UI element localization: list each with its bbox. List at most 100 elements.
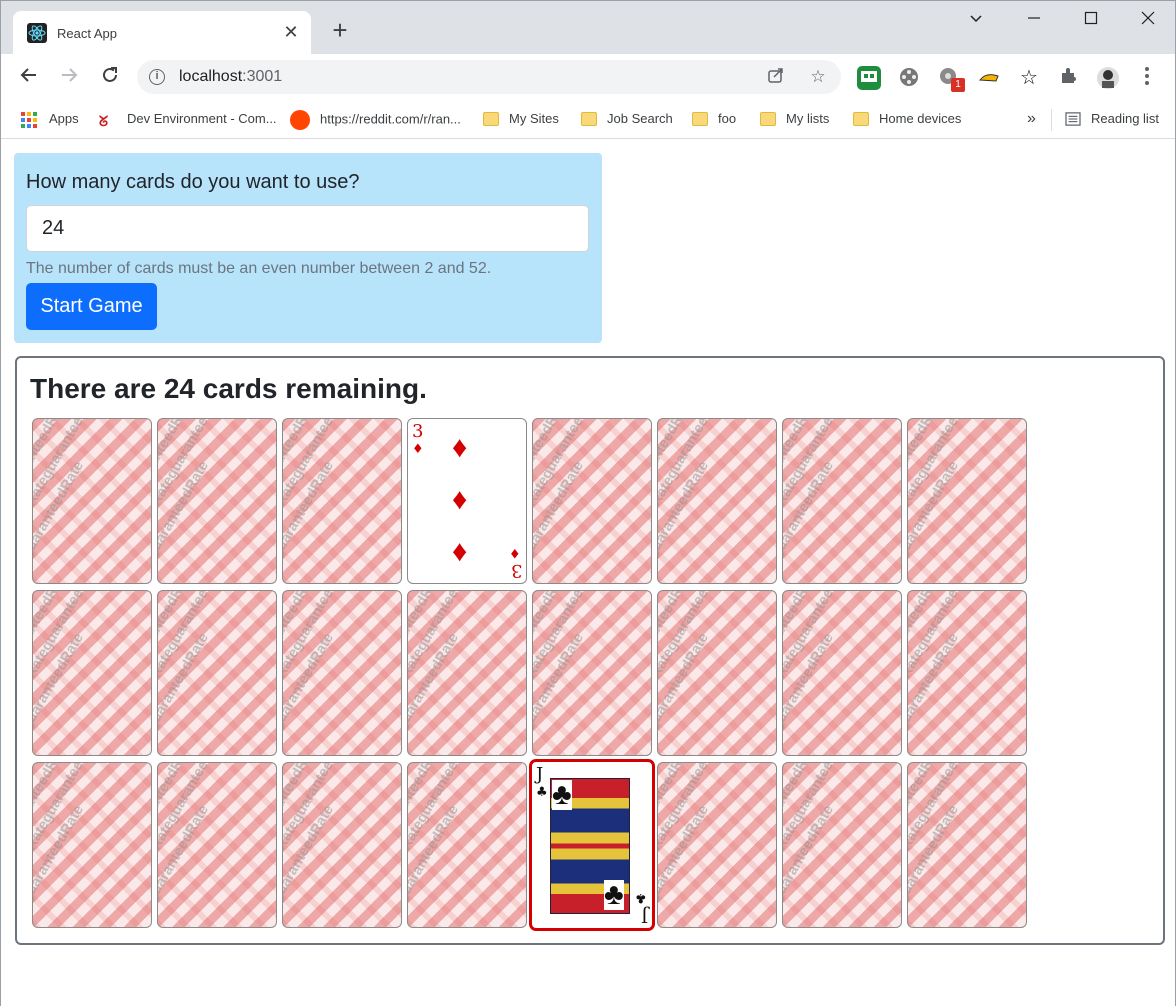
bookmarks-divider: [1051, 109, 1052, 131]
diamond-pip-icon: ♦: [452, 483, 468, 516]
folder-icon: [760, 111, 776, 126]
card-face-up[interactable]: ♦ ♦ ♦ 3 ♦ 3 ♦: [407, 418, 527, 584]
card-back-pattern: guaranteedRateguaranteedRateguaranteedRa…: [32, 762, 100, 916]
address-bar[interactable]: i localhost:3001 ☆: [137, 60, 841, 94]
card-face-down[interactable]: guaranteedRateguaranteedRateguaranteedRa…: [157, 590, 277, 756]
folder-icon: [853, 111, 869, 126]
bookmark-star-icon[interactable]: ☆: [807, 66, 829, 88]
card-back-pattern: guaranteedRateguaranteedRateguaranteedRa…: [907, 762, 975, 916]
bookmark-my-lists[interactable]: My lists: [760, 110, 829, 130]
card-face-down[interactable]: guaranteedRateguaranteedRateguaranteedRa…: [407, 590, 527, 756]
card-face-down[interactable]: guaranteedRateguaranteedRateguaranteedRa…: [282, 590, 402, 756]
tab-close-icon[interactable]: ✕: [281, 21, 301, 43]
card-face-down[interactable]: guaranteedRateguaranteedRateguaranteedRa…: [282, 418, 402, 584]
card-back-pattern: guaranteedRateguaranteedRateguaranteedRa…: [157, 590, 225, 744]
back-arrow-icon[interactable]: [15, 64, 43, 92]
card-back-pattern: guaranteedRateguaranteedRateguaranteedRa…: [532, 590, 600, 744]
card-back-pattern: guaranteedRateguaranteedRateguaranteedRa…: [282, 418, 350, 572]
extension-green-icon[interactable]: [857, 66, 881, 90]
bookmarks-bar: Apps ᘜ Dev Environment - Com... https://r…: [1, 101, 1175, 139]
card-face-down[interactable]: guaranteedRateguaranteedRateguaranteedRa…: [907, 418, 1027, 584]
card-back-pattern: guaranteedRateguaranteedRateguaranteedRa…: [282, 762, 350, 916]
card-suit-icon: ♦: [509, 545, 521, 560]
diamond-pip-icon: ♦: [452, 431, 468, 464]
card-face-down[interactable]: guaranteedRateguaranteedRateguaranteedRa…: [157, 762, 277, 928]
bookmark-reddit[interactable]: https://reddit.com/r/ran...: [290, 110, 461, 130]
extensions-puzzle-icon[interactable]: [1057, 66, 1081, 90]
card-count-input[interactable]: 24: [26, 205, 589, 252]
card-back-pattern: guaranteedRateguaranteedRateguaranteedRa…: [532, 418, 600, 572]
extension-badge-icon[interactable]: 1: [937, 66, 965, 92]
favorites-star-icon[interactable]: ☆: [1017, 66, 1041, 90]
bookmark-my-sites[interactable]: My Sites: [483, 110, 559, 130]
card-back-pattern: guaranteedRateguaranteedRateguaranteedRa…: [157, 762, 225, 916]
card-face-down[interactable]: guaranteedRateguaranteedRateguaranteedRa…: [907, 762, 1027, 928]
forward-arrow-icon[interactable]: [55, 64, 83, 92]
browser-window: React App ✕ + i localhost:3001 ☆ 1 ☆ App…: [0, 0, 1176, 1006]
minimize-icon[interactable]: [1017, 9, 1051, 33]
reading-list-button[interactable]: Reading list: [1065, 110, 1159, 130]
card-rank-label: 3: [510, 560, 522, 581]
share-icon[interactable]: [765, 66, 787, 88]
new-tab-button[interactable]: +: [327, 17, 353, 44]
card-back-pattern: guaranteedRateguaranteedRateguaranteedRa…: [782, 418, 850, 572]
card-face-down[interactable]: guaranteedRateguaranteedRateguaranteedRa…: [282, 762, 402, 928]
card-back-pattern: guaranteedRateguaranteedRateguaranteedRa…: [407, 762, 475, 916]
site-info-icon[interactable]: i: [149, 69, 165, 85]
film-reel-icon[interactable]: [897, 66, 921, 90]
card-back-pattern: guaranteedRateguaranteedRateguaranteedRa…: [282, 590, 350, 744]
game-board: There are 24 cards remaining. guaranteed…: [15, 356, 1165, 945]
card-back-pattern: guaranteedRateguaranteedRateguaranteedRa…: [407, 590, 475, 744]
card-face-up[interactable]: ♣ ♣ J ♣ J ♣: [530, 760, 654, 930]
card-face-down[interactable]: guaranteedRateguaranteedRateguaranteedRa…: [32, 590, 152, 756]
card-face-down[interactable]: guaranteedRateguaranteedRateguaranteedRa…: [657, 762, 777, 928]
url-text[interactable]: localhost:3001: [179, 68, 282, 86]
card-count-hint: The number of cards must be an even numb…: [26, 260, 492, 277]
card-face-down[interactable]: guaranteedRateguaranteedRateguaranteedRa…: [157, 418, 277, 584]
card-back-pattern: guaranteedRateguaranteedRateguaranteedRa…: [32, 418, 100, 572]
club-pip-icon: ♣: [604, 878, 624, 911]
card-face-down[interactable]: guaranteedRateguaranteedRateguaranteedRa…: [532, 418, 652, 584]
card-face-down[interactable]: guaranteedRateguaranteedRateguaranteedRa…: [782, 590, 902, 756]
card-face-down[interactable]: guaranteedRateguaranteedRateguaranteedRa…: [532, 590, 652, 756]
tab-react-app[interactable]: React App ✕: [13, 11, 311, 54]
card-face-down[interactable]: guaranteedRateguaranteedRateguaranteedRa…: [907, 590, 1027, 756]
start-game-button[interactable]: Start Game: [26, 283, 157, 330]
bookmark-apps[interactable]: Apps: [21, 110, 79, 130]
maximize-icon[interactable]: [1074, 9, 1108, 33]
profile-avatar-icon[interactable]: [1096, 66, 1120, 90]
bookmark-foo[interactable]: foo: [692, 110, 736, 130]
reading-list-icon: [1065, 111, 1081, 126]
bookmark-dev-environment[interactable]: ᘜ Dev Environment - Com...: [99, 110, 277, 130]
tab-title: React App: [57, 26, 117, 41]
card-face-down[interactable]: guaranteedRateguaranteedRateguaranteedRa…: [782, 762, 902, 928]
dev-environment-icon: ᘜ: [99, 112, 109, 129]
card-face-down[interactable]: guaranteedRateguaranteedRateguaranteedRa…: [32, 762, 152, 928]
card-face-down[interactable]: guaranteedRateguaranteedRateguaranteedRa…: [32, 418, 152, 584]
card-back-pattern: guaranteedRateguaranteedRateguaranteedRa…: [657, 590, 725, 744]
card-face-down[interactable]: guaranteedRateguaranteedRateguaranteedRa…: [657, 590, 777, 756]
browser-menu-icon[interactable]: [1135, 66, 1159, 90]
card-back-pattern: guaranteedRateguaranteedRateguaranteedRa…: [657, 762, 725, 916]
card-count-question: How many cards do you want to use?: [26, 171, 360, 193]
card-rank-label: J: [640, 905, 648, 926]
card-face-down[interactable]: guaranteedRateguaranteedRateguaranteedRa…: [657, 418, 777, 584]
tab-search-icon[interactable]: [959, 9, 993, 33]
card-suit-icon: ♦: [412, 442, 424, 457]
cards-remaining-heading: There are 24 cards remaining.: [30, 373, 427, 404]
extension-badge-count: 1: [951, 78, 965, 92]
bookmark-home-devices[interactable]: Home devices: [853, 110, 961, 130]
folder-icon: [581, 111, 597, 126]
bookmarks-overflow-icon[interactable]: »: [1027, 110, 1036, 130]
sneaker-extension-icon[interactable]: [977, 66, 1001, 90]
bookmark-job-search[interactable]: Job Search: [581, 110, 673, 130]
card-back-pattern: guaranteedRateguaranteedRateguaranteedRa…: [657, 418, 725, 572]
card-face-down[interactable]: guaranteedRateguaranteedRateguaranteedRa…: [782, 418, 902, 584]
card-back-pattern: guaranteedRateguaranteedRateguaranteedRa…: [157, 418, 225, 572]
tab-strip: React App ✕ +: [1, 1, 1175, 54]
card-face-down[interactable]: guaranteedRateguaranteedRateguaranteedRa…: [407, 762, 527, 928]
reload-icon[interactable]: [96, 64, 124, 92]
setup-panel: How many cards do you want to use? 24 Th…: [14, 153, 602, 343]
card-back-pattern: guaranteedRateguaranteedRateguaranteedRa…: [32, 590, 100, 744]
close-window-icon[interactable]: [1131, 9, 1165, 33]
